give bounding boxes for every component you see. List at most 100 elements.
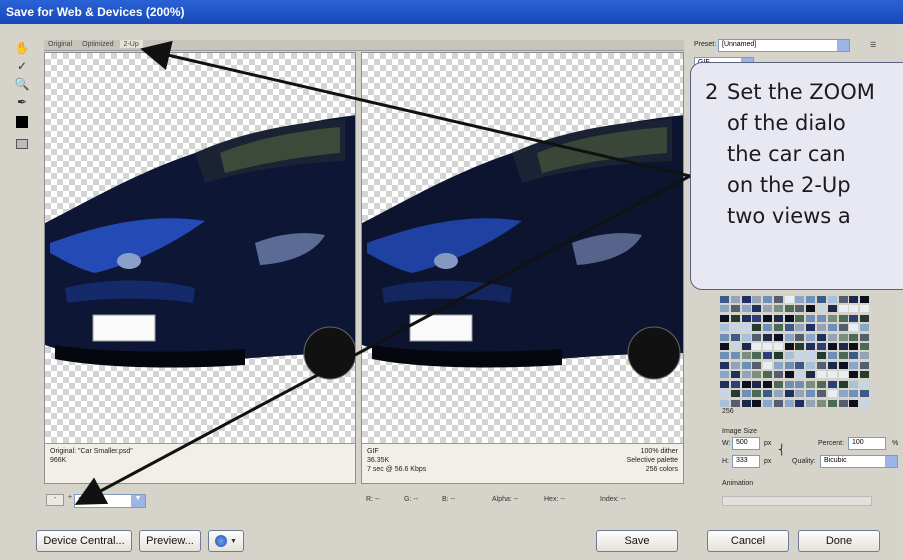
color-swatch[interactable] [827, 324, 837, 332]
color-swatch[interactable] [817, 399, 827, 407]
color-swatch[interactable] [773, 361, 783, 369]
tab-2-up[interactable]: 2-Up [119, 40, 143, 48]
color-swatch[interactable] [773, 324, 783, 332]
color-swatch[interactable] [849, 296, 859, 303]
color-swatch[interactable] [741, 333, 751, 341]
color-swatch[interactable] [817, 343, 827, 351]
optimize-menu-icon[interactable]: ☰ [870, 41, 876, 49]
color-swatch[interactable] [784, 305, 794, 313]
color-swatch[interactable] [730, 314, 740, 322]
color-swatch[interactable] [720, 343, 729, 351]
color-swatch[interactable] [763, 314, 773, 322]
color-swatch[interactable] [763, 380, 773, 388]
color-swatch[interactable] [795, 314, 805, 322]
color-swatch[interactable] [773, 314, 783, 322]
color-swatch[interactable] [763, 324, 773, 332]
color-swatch[interactable] [795, 399, 805, 407]
color-swatch[interactable] [752, 296, 762, 303]
color-swatch[interactable] [860, 333, 870, 341]
color-swatch[interactable] [784, 380, 794, 388]
color-swatch[interactable] [795, 371, 805, 379]
color-swatch[interactable] [763, 361, 773, 369]
device-central-button[interactable]: Device Central... [36, 530, 132, 552]
color-swatch[interactable] [806, 361, 816, 369]
color-swatch[interactable] [806, 390, 816, 398]
color-swatch[interactable] [806, 296, 816, 303]
color-swatch[interactable] [827, 333, 837, 341]
color-swatch[interactable] [838, 333, 848, 341]
color-swatch[interactable] [795, 352, 805, 360]
color-swatch[interactable] [849, 343, 859, 351]
color-swatch[interactable] [752, 333, 762, 341]
color-swatch[interactable] [817, 352, 827, 360]
color-swatch[interactable] [806, 399, 816, 407]
color-swatch[interactable] [720, 333, 729, 341]
color-swatch[interactable] [720, 352, 729, 360]
color-swatch[interactable] [806, 371, 816, 379]
color-swatch[interactable] [784, 371, 794, 379]
color-swatch[interactable] [773, 333, 783, 341]
color-swatch[interactable] [817, 305, 827, 313]
color-swatch[interactable] [784, 361, 794, 369]
color-swatch[interactable] [827, 380, 837, 388]
eyedropper-color-icon[interactable] [14, 114, 30, 130]
color-swatch[interactable] [741, 296, 751, 303]
color-swatch[interactable] [827, 361, 837, 369]
color-swatch[interactable] [763, 343, 773, 351]
color-swatch[interactable] [849, 371, 859, 379]
color-swatch[interactable] [860, 343, 870, 351]
color-swatch[interactable] [720, 296, 729, 303]
zoom-level-select[interactable]: 200% ▼ [74, 494, 146, 508]
color-swatch[interactable] [827, 399, 837, 407]
color-swatch[interactable] [795, 305, 805, 313]
color-swatch[interactable] [784, 399, 794, 407]
color-swatch[interactable] [752, 352, 762, 360]
color-swatch[interactable] [806, 305, 816, 313]
color-swatch[interactable] [838, 399, 848, 407]
constrain-proportions-icon[interactable]: ⎨ [778, 445, 786, 456]
color-swatch[interactable] [752, 390, 762, 398]
color-swatch[interactable] [773, 352, 783, 360]
color-swatch[interactable] [860, 305, 870, 313]
color-swatch[interactable] [784, 324, 794, 332]
color-swatch[interactable] [752, 380, 762, 388]
original-preview-pane[interactable]: Original: "Car Smaller.psd" 966K [44, 52, 356, 484]
color-table[interactable] [720, 296, 870, 408]
color-swatch[interactable] [827, 343, 837, 351]
color-swatch[interactable] [827, 296, 837, 303]
color-swatch[interactable] [763, 399, 773, 407]
color-swatch[interactable] [763, 390, 773, 398]
color-swatch[interactable] [827, 305, 837, 313]
color-swatch[interactable] [795, 296, 805, 303]
color-swatch[interactable] [784, 314, 794, 322]
eyedropper-tool-icon[interactable]: ✒ [14, 94, 30, 110]
color-swatch[interactable] [795, 390, 805, 398]
color-swatch[interactable] [741, 352, 751, 360]
color-swatch[interactable] [730, 390, 740, 398]
color-swatch[interactable] [806, 343, 816, 351]
color-swatch[interactable] [730, 371, 740, 379]
color-swatch[interactable] [763, 333, 773, 341]
color-swatch[interactable] [784, 296, 794, 303]
hand-tool-icon[interactable]: ✋ [14, 40, 30, 56]
color-swatch[interactable] [763, 371, 773, 379]
color-swatch[interactable] [817, 371, 827, 379]
color-swatch[interactable] [720, 314, 729, 322]
color-swatch[interactable] [860, 399, 870, 407]
color-swatch[interactable] [741, 371, 751, 379]
zoom-minus-button[interactable]: - [46, 494, 64, 506]
color-swatch[interactable] [860, 380, 870, 388]
optimized-preview-pane[interactable]: GIF 36.35K 7 sec @ 56.6 Kbps 100% dither… [361, 52, 684, 484]
color-swatch[interactable] [860, 352, 870, 360]
color-swatch[interactable] [773, 399, 783, 407]
color-swatch[interactable] [860, 324, 870, 332]
color-swatch[interactable] [773, 380, 783, 388]
color-swatch[interactable] [838, 305, 848, 313]
color-swatch[interactable] [838, 390, 848, 398]
color-swatch[interactable] [741, 324, 751, 332]
color-swatch[interactable] [741, 314, 751, 322]
color-swatch[interactable] [763, 296, 773, 303]
color-swatch[interactable] [806, 333, 816, 341]
color-swatch[interactable] [763, 352, 773, 360]
preview-button[interactable]: Preview... [139, 530, 201, 552]
